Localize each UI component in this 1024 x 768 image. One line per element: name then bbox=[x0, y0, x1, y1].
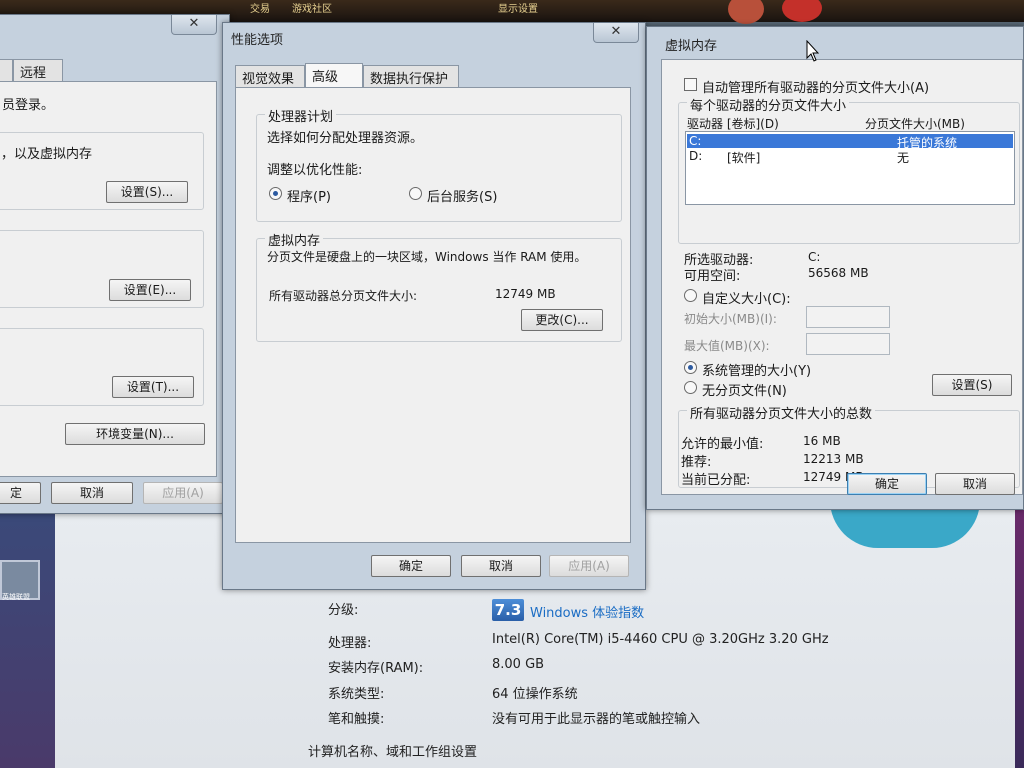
currently-allocated-label: 当前已分配: bbox=[681, 473, 751, 488]
background-services-radio[interactable] bbox=[409, 187, 422, 200]
initial-size-input[interactable] bbox=[806, 306, 890, 328]
processor-desc: 选择如何分配处理器资源。 bbox=[267, 131, 424, 146]
system-managed-radio[interactable] bbox=[684, 361, 697, 374]
min-allowed-value: 16 MB bbox=[803, 434, 841, 448]
performance-settings-button[interactable]: 设置(S)... bbox=[106, 181, 188, 203]
total-paging-value: 12749 MB bbox=[495, 287, 556, 301]
window-title: 虚拟内存 bbox=[665, 39, 718, 54]
ok-button[interactable]: 确定 bbox=[371, 555, 451, 577]
ok-button[interactable]: 确定 bbox=[847, 473, 927, 495]
per-drive-group: 每个驱动器的分页文件大小 驱动器 [卷标](D) 分页文件大小(MB) C: 托… bbox=[678, 95, 1020, 244]
desktop-item-display[interactable]: 显示设置 bbox=[498, 0, 538, 15]
system-properties-panel: 员登录。 ，以及虚拟内存 设置(S)... 设置(E)... 设置(T)... … bbox=[0, 81, 217, 477]
drive-column-header: 驱动器 [卷标](D) bbox=[687, 117, 779, 131]
desktop-item-trade[interactable]: 交易 bbox=[250, 0, 270, 15]
virtual-memory-panel: 自动管理所有驱动器的分页文件大小(A) 每个驱动器的分页文件大小 驱动器 [卷标… bbox=[661, 59, 1023, 495]
virtual-memory-group: 虚拟内存 分页文件是硬盘上的一块区域，Windows 当作 RAM 使用。 所有… bbox=[256, 230, 622, 342]
total-paging-title: 所有驱动器分页文件大小的总数 bbox=[687, 403, 876, 422]
programs-label[interactable]: 程序(P) bbox=[287, 186, 331, 205]
per-drive-title: 每个驱动器的分页文件大小 bbox=[687, 95, 850, 114]
cancel-button[interactable]: 取消 bbox=[461, 555, 541, 577]
drive-size: 无 bbox=[897, 151, 910, 165]
custom-size-radio[interactable] bbox=[684, 289, 697, 302]
no-paging-radio[interactable] bbox=[684, 381, 697, 394]
advanced-panel: 处理器计划 选择如何分配处理器资源。 调整以优化性能: 程序(P) 后台服务(S… bbox=[235, 87, 631, 543]
experience-index-link[interactable]: Windows 体验指数 bbox=[530, 602, 644, 621]
auto-manage-label[interactable]: 自动管理所有驱动器的分页文件大小(A) bbox=[702, 77, 929, 96]
recommended-value: 12213 MB bbox=[803, 452, 864, 466]
apply-button[interactable]: 应用(A) bbox=[143, 482, 223, 504]
user-profiles-settings-button[interactable]: 设置(E)... bbox=[109, 279, 191, 301]
cpu-value: Intel(R) Core(TM) i5-4460 CPU @ 3.20GHz … bbox=[492, 632, 829, 647]
apply-button[interactable]: 应用(A) bbox=[549, 555, 629, 577]
window-title: 性能选项 bbox=[231, 33, 284, 48]
free-space-value: 56568 MB bbox=[808, 266, 869, 280]
cancel-button[interactable]: 取消 bbox=[51, 482, 133, 504]
tab-partial[interactable] bbox=[0, 59, 13, 81]
auto-manage-checkbox[interactable] bbox=[684, 78, 697, 91]
pen-touch-label: 笔和触摸: bbox=[328, 712, 385, 727]
virtual-memory-title: 虚拟内存 bbox=[265, 230, 324, 249]
max-size-input[interactable] bbox=[806, 333, 890, 355]
selected-drive-value: C: bbox=[808, 250, 821, 264]
drive-row-d[interactable]: D: [软件] 无 bbox=[687, 149, 1013, 165]
drive-row-c[interactable]: C: 托管的系统 bbox=[687, 134, 1013, 150]
cancel-button[interactable]: 取消 bbox=[935, 473, 1015, 495]
rating-label: 分级: bbox=[328, 603, 359, 618]
set-button[interactable]: 设置(S) bbox=[932, 374, 1012, 396]
drive-label: [软件] bbox=[727, 151, 761, 165]
environment-variables-button[interactable]: 环境变量(N)... bbox=[65, 423, 205, 445]
no-paging-label[interactable]: 无分页文件(N) bbox=[702, 380, 787, 399]
desktop-item-community[interactable]: 游戏社区 bbox=[292, 0, 332, 15]
close-icon[interactable]: ✕ bbox=[171, 15, 217, 35]
drive-letter: C: bbox=[689, 134, 702, 148]
computer-name-section-title: 计算机名称、域和工作组设置 bbox=[308, 745, 478, 760]
drive-list[interactable]: C: 托管的系统 D: [软件] 无 bbox=[685, 131, 1015, 205]
free-space-label: 可用空间: bbox=[684, 269, 741, 284]
system-type-label: 系统类型: bbox=[328, 687, 385, 702]
ram-label: 安装内存(RAM): bbox=[328, 661, 424, 676]
custom-size-label[interactable]: 自定义大小(C): bbox=[702, 288, 791, 307]
drive-letter: D: bbox=[689, 149, 703, 163]
max-size-label: 最大值(MB)(X): bbox=[684, 339, 770, 353]
system-type-value: 64 位操作系统 bbox=[492, 687, 578, 702]
pen-touch-value: 没有可用于此显示器的笔或触控输入 bbox=[492, 712, 701, 727]
tab-visual-effects[interactable]: 视觉效果 bbox=[235, 65, 305, 87]
mouse-cursor-icon bbox=[806, 40, 820, 62]
cpu-label: 处理器: bbox=[328, 636, 372, 651]
game-shortcut-label: 英雄联盟 bbox=[2, 593, 30, 601]
system-managed-label[interactable]: 系统管理的大小(Y) bbox=[702, 360, 811, 379]
adjust-label: 调整以优化性能: bbox=[267, 163, 363, 178]
total-paging-label: 所有驱动器总分页文件大小: bbox=[269, 289, 418, 303]
performance-options-window: 性能选项 ✕ 视觉效果 高级 数据执行保护 处理器计划 选择如何分配处理器资源。… bbox=[222, 22, 646, 590]
change-button[interactable]: 更改(C)... bbox=[521, 309, 603, 331]
game-background-left bbox=[0, 505, 55, 768]
recommended-label: 推荐: bbox=[681, 455, 712, 470]
ram-value: 8.00 GB bbox=[492, 657, 545, 672]
initial-size-label: 初始大小(MB)(I): bbox=[684, 312, 777, 326]
virtual-memory-window: 虚拟内存 自动管理所有驱动器的分页文件大小(A) 每个驱动器的分页文件大小 驱动… bbox=[646, 26, 1024, 510]
close-icon[interactable]: ✕ bbox=[593, 23, 639, 43]
startup-settings-button[interactable]: 设置(T)... bbox=[112, 376, 194, 398]
performance-desc: ，以及虚拟内存 bbox=[1, 147, 93, 162]
processor-scheduling-title: 处理器计划 bbox=[265, 106, 337, 125]
min-allowed-label: 允许的最小值: bbox=[681, 437, 764, 452]
background-services-label[interactable]: 后台服务(S) bbox=[427, 186, 497, 205]
processor-scheduling-group: 处理器计划 选择如何分配处理器资源。 调整以优化性能: 程序(P) 后台服务(S… bbox=[256, 106, 622, 222]
size-column-header: 分页文件大小(MB) bbox=[865, 117, 965, 131]
virtual-memory-desc: 分页文件是硬盘上的一块区域，Windows 当作 RAM 使用。 bbox=[267, 250, 587, 264]
admin-login-text: 员登录。 bbox=[2, 98, 55, 113]
ok-button[interactable]: 定 bbox=[0, 482, 41, 504]
tab-dep[interactable]: 数据执行保护 bbox=[363, 65, 459, 87]
rating-badge: 7.3 bbox=[492, 599, 524, 621]
programs-radio[interactable] bbox=[269, 187, 282, 200]
system-properties-window: ✕ 远程 员登录。 ，以及虚拟内存 设置(S)... 设置(E)... 设置(T… bbox=[0, 14, 230, 514]
tab-advanced[interactable]: 高级 bbox=[305, 63, 363, 87]
tab-remote[interactable]: 远程 bbox=[13, 59, 63, 81]
